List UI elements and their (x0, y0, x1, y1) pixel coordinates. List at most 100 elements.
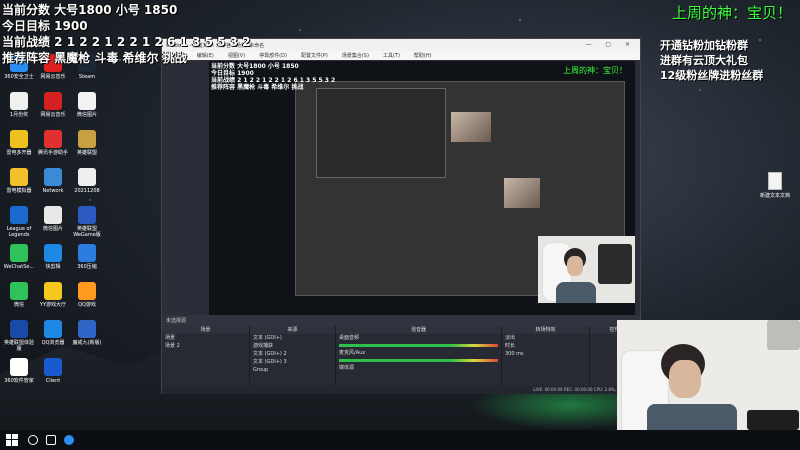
desktop-icon[interactable]: WeChatSe... (2, 244, 36, 270)
desktop-icon-text-file[interactable]: 新建文本文档 (758, 172, 792, 199)
app-icon (10, 92, 28, 110)
app-icon (78, 130, 96, 148)
app-icon (44, 244, 62, 262)
desktop-icon-label: Steam (78, 74, 96, 80)
app-icon (44, 92, 62, 110)
desktop-icon[interactable]: Client (36, 358, 70, 384)
desktop-icon[interactable]: League of Legends (2, 206, 36, 238)
mixer-channel-label: 桌面音频 (339, 335, 360, 341)
desktop-icon-label: QQ浏览器 (41, 340, 65, 346)
desktop-icon-label: 雷电多开器 (6, 150, 32, 156)
source-item[interactable]: 文本 (GDI+) (250, 334, 335, 342)
app-icon (44, 130, 62, 148)
obs-window[interactable]: windows - 配置文件: 未命名 - 场景: 未命名 — ▢ ✕ 文件(F… (161, 38, 641, 394)
app-icon (78, 320, 96, 338)
source-item[interactable]: 文本 (GDI+) 2 (250, 350, 335, 358)
sources-dock[interactable]: 来源 文本 (GDI+) 游戏捕获 文本 (GDI+) 2 文本 (GDI+) … (250, 326, 336, 386)
desktop-icon[interactable]: 微信图片 (70, 92, 104, 118)
mixer-channel-label: 媒体源 (339, 365, 355, 371)
desktop-icon[interactable]: 腾讯手游助手 (36, 130, 70, 156)
desktop-icon-label: 20211208 (74, 188, 100, 194)
desktop-icon-label: YY游戏大厅 (39, 302, 67, 308)
desktop-icon-label: 英雄联盟体验服 (3, 340, 34, 352)
preview-overlay-text: 当前分数 大号1800 小号 1850 今日目标 1900 当前战绩 2 1 2… (211, 63, 336, 91)
task-view-icon[interactable] (46, 435, 56, 445)
desktop-icon[interactable]: YY游戏大厅 (36, 282, 70, 308)
menu-item[interactable]: 帮助(H) (414, 52, 432, 59)
mixer-dock[interactable]: 混音器 桌面音频 麦克风/Aux 媒体源 (336, 326, 502, 386)
desktop-icon[interactable]: 快剪辑 (36, 244, 70, 270)
desktop-icon-label: 微信图片 (42, 226, 63, 232)
duration-input[interactable]: 300 ms (502, 350, 589, 358)
person-face (567, 256, 583, 276)
desktop-icon[interactable]: 微信图片 (36, 206, 70, 232)
webcam-small (538, 236, 635, 303)
transitions-dock[interactable]: 转场特效 淡出 时长 300 ms (502, 326, 590, 386)
dock-header: 混音器 (336, 326, 501, 334)
taskbar (0, 430, 800, 450)
desktop-icon-label: League of Legends (6, 226, 32, 238)
stream-stats-overlay: 当前分数 大号1800 小号 1850 今日目标 1900 当前战绩 2 1 2… (2, 2, 250, 66)
desktop-icon[interactable]: 雷电模拟器 (2, 168, 36, 194)
desktop-icon[interactable]: 英雄联盟 (70, 130, 104, 156)
desktop-icon-label: 快剪辑 (45, 264, 61, 270)
desktop-icon-label: Client (45, 378, 61, 384)
desktop-icon[interactable]: 英雄联盟体验服 (2, 320, 36, 352)
recommended-lineup: 推荐阵容 黑魔枪 斗毒 希维尔 挑战 (2, 51, 187, 65)
current-record: 当前战绩 2 1 2 2 1 2 2 1 2 6 1 3 5 5 3 2 (2, 35, 251, 49)
windows-start-icon[interactable] (6, 434, 18, 446)
background-monitor (598, 244, 632, 284)
app-icon (10, 130, 28, 148)
app-icon (78, 282, 96, 300)
mixer-meter (339, 344, 498, 347)
desktop-icon[interactable]: 1月份奖 (2, 92, 36, 118)
scenes-dock[interactable]: 场景 场景 场景 2 (162, 326, 250, 386)
fan-group-overlay: 开通钻粉加钻粉群 进群有云顶大礼包 12级粉丝牌进粉丝群 (660, 39, 764, 82)
app-icon (44, 206, 62, 224)
source-item[interactable]: 游戏捕获 (250, 342, 335, 350)
app-icon (44, 320, 62, 338)
desktop-icon[interactable]: 网易云音乐 (36, 92, 70, 118)
preview-banner: 上周的神：宝贝！ (563, 66, 627, 75)
mixer-channel-label: 麦克风/Aux (339, 350, 366, 356)
source-item[interactable]: Group (250, 366, 335, 374)
desktop-icon[interactable]: QQ游戏 (70, 282, 104, 308)
background-wall (767, 320, 800, 350)
desktop-icon[interactable]: QQ浏览器 (36, 320, 70, 346)
desktop-icon[interactable]: 英雄联盟WeGame版 (70, 206, 104, 238)
search-icon[interactable] (28, 435, 38, 445)
desktop-icon[interactable]: 20211208 (70, 168, 104, 194)
scene-item[interactable]: 场景 (162, 334, 249, 342)
desktop-icon[interactable]: 微信 (2, 282, 36, 308)
desktop-icon[interactable]: 雷电多开器 (2, 130, 36, 156)
source-item[interactable]: 文本 (GDI+) 3 (250, 358, 335, 366)
desktop-icon-label: QQ游戏 (78, 302, 96, 308)
menu-item[interactable]: 工具(T) (383, 52, 400, 59)
menu-item[interactable]: 停靠部件(D) (259, 52, 287, 59)
menu-item[interactable]: 配置文件(P) (301, 52, 328, 59)
app-icon (10, 244, 28, 262)
browser-icon[interactable] (64, 435, 74, 445)
nested-webcam (504, 178, 540, 208)
weekly-god-banner: 上周的神：宝贝！ (671, 4, 792, 22)
current-score: 当前分数 大号1800 小号 1850 (2, 3, 178, 17)
app-icon (10, 320, 28, 338)
dock-header: 场景 (162, 326, 249, 334)
desktop-icon-label: 微信图片 (76, 112, 97, 118)
desktop-icon-label: 微信 (13, 302, 24, 308)
desktop-icon-label: 1月份奖 (9, 112, 29, 118)
menu-item[interactable]: 场景集合(S) (342, 52, 369, 59)
desktop-icon[interactable]: Network (36, 168, 70, 194)
desktop-icon[interactable]: 魔戒九(新版) (70, 320, 104, 346)
window-controls[interactable]: — ▢ ✕ (585, 41, 636, 48)
nested-webcam-2 (451, 112, 491, 142)
app-icon (78, 206, 96, 224)
desktop-icon-label: 360安全卫士 (4, 74, 34, 80)
desktop-icon[interactable]: 360软件管家 (2, 358, 36, 384)
desktop-icon[interactable]: 360压缩 (70, 244, 104, 270)
app-icon (10, 358, 28, 376)
app-icon (78, 92, 96, 110)
obs-source-bar: 未选择源 (162, 315, 640, 326)
transition-select[interactable]: 淡出 (502, 334, 589, 342)
scene-item[interactable]: 场景 2 (162, 342, 249, 350)
